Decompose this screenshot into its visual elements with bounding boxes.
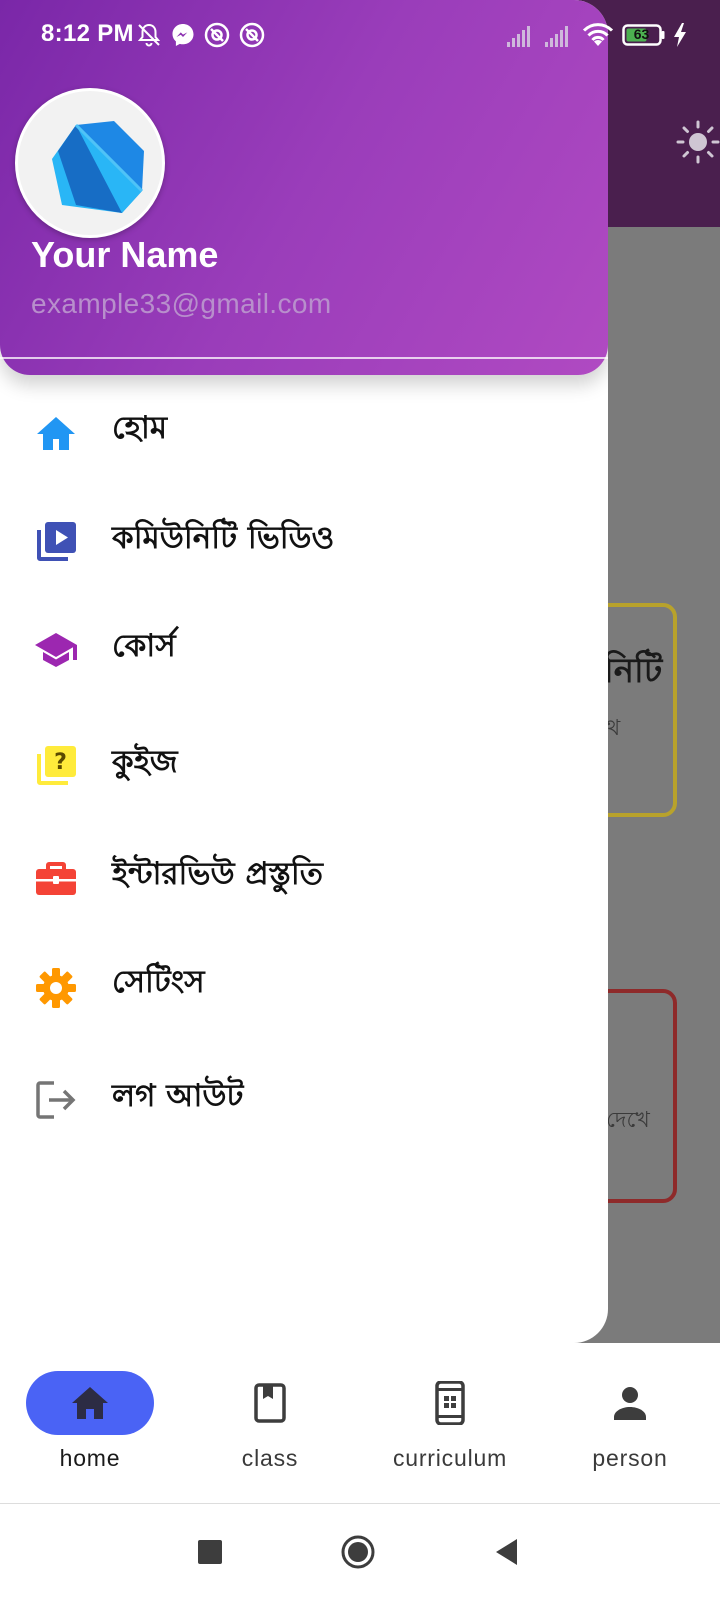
quiz-icon: ? bbox=[37, 746, 76, 785]
header-divider bbox=[0, 357, 608, 359]
drawer-item-label: কুইজ bbox=[112, 744, 178, 780]
messenger-icon bbox=[172, 24, 194, 46]
nav-label-class: class bbox=[241, 1445, 299, 1471]
nav-item-curriculum[interactable]: curriculum bbox=[360, 1343, 540, 1503]
battery-icon: 63 bbox=[622, 20, 666, 50]
drawer-item-label: ইন্টারভিউ প্রস্তুতি bbox=[112, 856, 324, 892]
video-library-icon bbox=[37, 522, 76, 561]
drawer-item-interview-prep[interactable]: ইন্টারভিউ প্রস্তুতি bbox=[0, 826, 608, 926]
back-button[interactable] bbox=[490, 1534, 526, 1570]
nav-label-curriculum: curriculum bbox=[392, 1445, 508, 1471]
wifi-icon bbox=[582, 23, 614, 46]
charging-icon bbox=[674, 23, 686, 47]
phone-icon bbox=[435, 1381, 465, 1425]
school-icon bbox=[35, 633, 77, 667]
drawer-item-home[interactable]: হোম bbox=[0, 378, 608, 478]
signal-icon bbox=[545, 26, 568, 47]
nav-item-class[interactable]: class bbox=[180, 1343, 360, 1503]
community-card-title: নিটি bbox=[604, 651, 663, 691]
drawer-item-label: হোম bbox=[112, 410, 168, 446]
notifications-off-icon bbox=[137, 23, 161, 47]
recents-button[interactable] bbox=[192, 1534, 228, 1570]
signal-icon bbox=[507, 26, 530, 47]
navigation-drawer: Your Name example33@gmail.com হোম কমিউনি… bbox=[0, 0, 608, 1343]
drawer-item-label: লগ আউট bbox=[112, 1078, 244, 1114]
drawer-item-quiz[interactable]: ? কুইজ bbox=[0, 714, 608, 814]
system-navigation-bar bbox=[0, 1504, 720, 1600]
user-name: Your Name bbox=[31, 234, 219, 275]
drawer-item-label: সেটিংস bbox=[112, 964, 205, 1000]
nav-label-person: person bbox=[592, 1445, 668, 1471]
drawer-item-settings[interactable]: সেটিংস bbox=[0, 936, 608, 1036]
drawer-item-community-video[interactable]: কমিউনিটি ভিডিও bbox=[0, 490, 608, 590]
logout-icon bbox=[36, 1081, 76, 1119]
nav-item-person[interactable]: person bbox=[540, 1343, 720, 1503]
drawer-item-label: কোর্স bbox=[112, 628, 176, 664]
video-card-subtitle: দেখে bbox=[606, 1108, 650, 1133]
person-icon bbox=[614, 1387, 646, 1420]
drawer-item-logout[interactable]: লগ আউট bbox=[0, 1048, 608, 1148]
status-bar: 8:12 PM 63 bbox=[0, 0, 720, 70]
home-button[interactable] bbox=[340, 1534, 376, 1570]
at-sign-icon bbox=[204, 22, 230, 48]
nav-item-home[interactable]: home bbox=[0, 1343, 180, 1503]
status-time: 8:12 PM bbox=[41, 20, 134, 47]
svg-text:?: ? bbox=[54, 750, 67, 775]
user-email: example33@gmail.com bbox=[31, 288, 332, 319]
sun-icon[interactable] bbox=[676, 120, 720, 164]
at-sign-icon bbox=[239, 22, 265, 48]
battery-level: 63 bbox=[633, 26, 650, 42]
home-icon bbox=[37, 417, 75, 450]
work-icon bbox=[36, 862, 76, 895]
home-icon bbox=[72, 1387, 108, 1419]
drawer-item-course[interactable]: কোর্স bbox=[0, 602, 608, 702]
community-card-subtitle: থ bbox=[606, 716, 621, 741]
avatar[interactable] bbox=[15, 88, 165, 238]
bottom-navigation-bar: home class curriculum person bbox=[0, 1343, 720, 1503]
settings-icon bbox=[36, 968, 76, 1008]
book-icon bbox=[254, 1383, 286, 1423]
nav-label-home: home bbox=[59, 1445, 121, 1471]
dart-logo-icon bbox=[52, 121, 144, 213]
drawer-item-label: কমিউনিটি ভিডিও bbox=[112, 520, 335, 556]
